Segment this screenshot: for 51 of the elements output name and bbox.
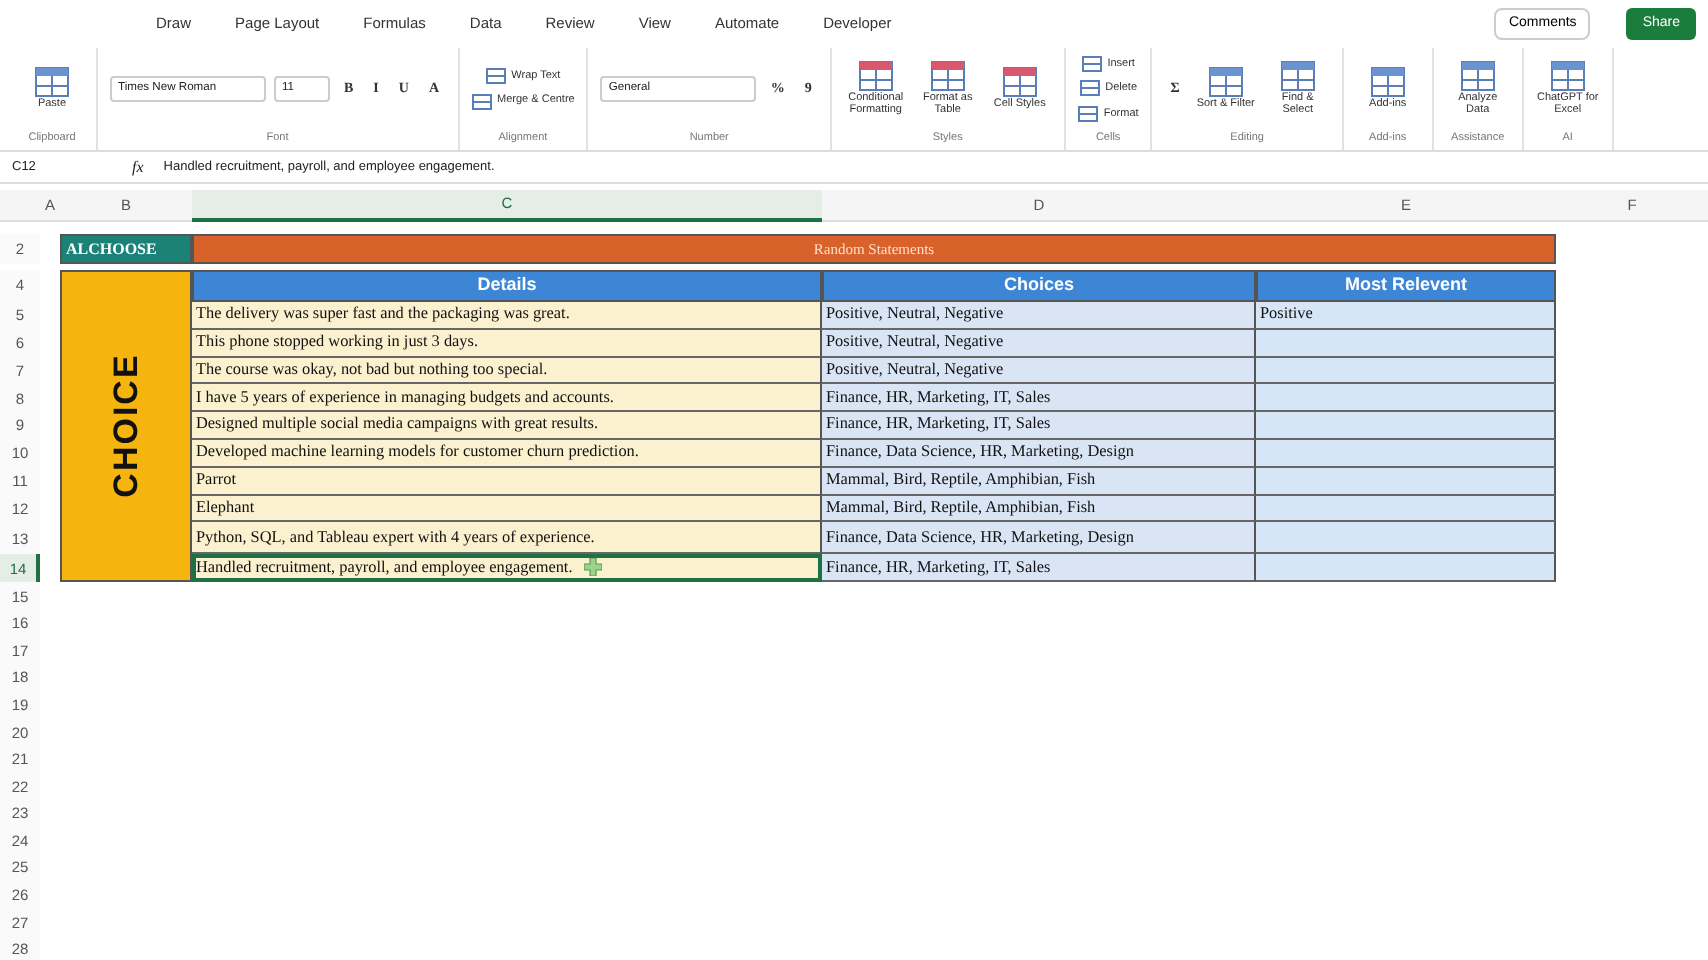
table-cell[interactable] xyxy=(1256,329,1556,358)
table-cell[interactable]: Python, SQL, and Tableau expert with 4 years of experience. xyxy=(192,522,822,555)
table-cell[interactable]: I have 5 years of experience in managing budgets and accounts. xyxy=(192,384,822,413)
table-cell[interactable] xyxy=(1256,439,1556,468)
table-cell[interactable]: Positive, Neutral, Negative xyxy=(822,329,1256,358)
table-cell[interactable]: Handled recruitment, payroll, and employee engagement. xyxy=(192,554,822,583)
table-cell[interactable] xyxy=(1256,467,1556,496)
brand-cell: ALCHOOSE xyxy=(60,234,192,264)
table-cell[interactable]: Positive, Neutral, Negative xyxy=(822,302,1256,330)
table-icon xyxy=(1279,60,1316,93)
table-cell[interactable] xyxy=(1256,357,1556,385)
table-cell[interactable]: Mammal, Bird, Reptile, Amphibian, Fish xyxy=(822,467,1256,496)
table-icon xyxy=(1207,66,1244,99)
table-icon xyxy=(1549,60,1586,93)
table-icon xyxy=(1077,105,1098,122)
table-cell[interactable] xyxy=(1256,412,1556,440)
column-heading: Details xyxy=(192,270,822,302)
table-cell[interactable]: Positive, Neutral, Negative xyxy=(822,357,1256,385)
table-cell[interactable]: Parrot xyxy=(192,467,822,496)
table-icon xyxy=(1369,66,1406,99)
table-cell[interactable]: Finance, Data Science, HR, Marketing, Design xyxy=(822,522,1256,555)
table-cell[interactable]: The delivery was super fast and the packaging was great. xyxy=(192,302,822,330)
table-icon xyxy=(929,60,966,93)
table-icon xyxy=(857,60,894,93)
table-cell[interactable]: The course was okay, not bad but nothing too special. xyxy=(192,357,822,385)
table-cell[interactable] xyxy=(1256,554,1556,583)
table-icon xyxy=(1459,60,1496,93)
table-cell[interactable]: Mammal, Bird, Reptile, Amphibian, Fish xyxy=(822,495,1256,523)
column-heading: Choices xyxy=(822,270,1256,302)
table-cell[interactable]: Designed multiple social media campaigns with great results. xyxy=(192,412,822,440)
table-cell[interactable] xyxy=(1256,384,1556,413)
table-icon xyxy=(485,68,506,85)
column-heading: Most Relevent xyxy=(1256,270,1556,302)
table-icon xyxy=(1081,56,1102,73)
side-label: CHOICE xyxy=(104,354,147,499)
table-cell[interactable]: This phone stopped working in just 3 days. xyxy=(192,329,822,358)
table-cell[interactable]: Finance, HR, Marketing, IT, Sales xyxy=(822,554,1256,583)
table-cell[interactable]: Finance, Data Science, HR, Marketing, Design xyxy=(822,439,1256,468)
table-icon xyxy=(471,93,492,109)
function-button[interactable]: fx xyxy=(132,155,144,179)
cursor-icon xyxy=(584,558,603,577)
table-cell[interactable]: Positive xyxy=(1256,302,1556,330)
table-cell[interactable] xyxy=(1256,495,1556,523)
table-icon xyxy=(34,66,70,99)
table-icon xyxy=(1079,80,1100,97)
table-cell[interactable]: Developed machine learning models for customer churn prediction. xyxy=(192,439,822,468)
table-cell[interactable]: Elephant xyxy=(192,495,822,523)
table-cell[interactable] xyxy=(1256,522,1556,555)
table-cell[interactable]: Finance, HR, Marketing, IT, Sales xyxy=(822,384,1256,413)
table-icon xyxy=(1001,66,1038,99)
table-cell[interactable]: Finance, HR, Marketing, IT, Sales xyxy=(822,412,1256,440)
